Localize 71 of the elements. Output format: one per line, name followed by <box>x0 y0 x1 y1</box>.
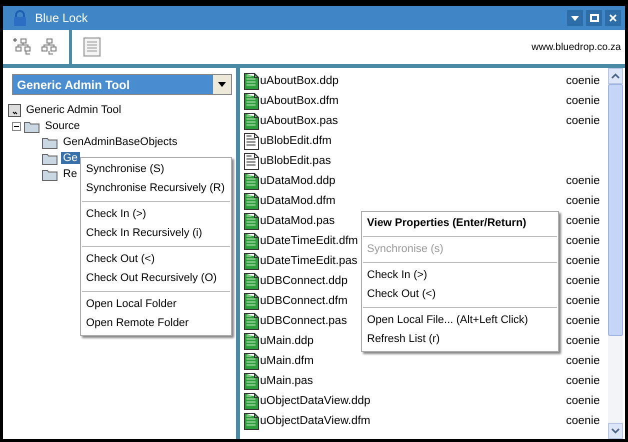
caret-icon <box>218 82 226 87</box>
menu-item[interactable]: Check Out Recursively (O) <box>81 269 231 288</box>
menu-item[interactable]: View Properties (Enter/Return) <box>362 214 558 233</box>
file-name[interactable]: uDataMod.dfm <box>260 195 565 207</box>
file-owner: coenie <box>566 395 601 407</box>
file-owner: coenie <box>566 255 601 267</box>
scroll-up-button[interactable] <box>608 68 623 84</box>
menu-item[interactable]: Open Local Folder <box>81 295 231 314</box>
menu-button[interactable] <box>567 10 583 26</box>
caret-icon <box>611 428 620 434</box>
file-name[interactable]: uAboutBox.dfm <box>260 95 565 107</box>
scroll-down-button[interactable] <box>608 423 623 439</box>
website-link[interactable]: www.bluedrop.co.za <box>532 42 621 52</box>
padlock-icon <box>13 10 27 26</box>
document-icon <box>82 37 102 57</box>
folder-icon <box>42 136 58 148</box>
file-owner: coenie <box>566 355 601 367</box>
file-owner: coenie <box>566 235 601 247</box>
file-owner: coenie <box>566 215 601 227</box>
menu-item[interactable]: Check Out (<) <box>81 250 231 269</box>
menu-item[interactable]: Check In Recursively (i) <box>81 224 231 243</box>
file-owner: coenie <box>566 275 601 287</box>
file-owner: coenie <box>566 415 601 427</box>
caret-icon <box>571 16 579 20</box>
scroll-thumb[interactable] <box>608 84 623 336</box>
menu-item[interactable]: Check Out (<) <box>362 285 558 304</box>
maximize-icon <box>590 14 598 22</box>
file-name[interactable]: uObjectDataView.dfm <box>260 415 565 427</box>
file-name[interactable]: uDataMod.ddp <box>260 175 565 187</box>
file-owner: coenie <box>566 335 601 347</box>
shortcut-icon <box>8 104 21 116</box>
file-owner: coenie <box>566 295 601 307</box>
tree-item[interactable]: Source <box>43 120 82 132</box>
folder-icon <box>24 120 40 132</box>
file-owner: coenie <box>566 75 601 87</box>
file-name[interactable]: uMain.pas <box>260 375 565 387</box>
tree-item[interactable]: Generic Admin Tool <box>24 104 124 116</box>
file-owner: coenie <box>566 115 601 127</box>
hierarchy-icon <box>13 37 33 57</box>
project-dropdown[interactable]: Generic Admin Tool <box>12 74 232 95</box>
file-name[interactable]: uAboutBox.ddp <box>260 75 565 87</box>
file-owner: coenie <box>566 175 601 187</box>
file-name[interactable]: uObjectDataView.ddp <box>260 395 565 407</box>
window-title: Blue Lock <box>35 11 89 25</box>
file-owner: coenie <box>566 95 601 107</box>
menu-item[interactable]: Open Local File... (Alt+Left Click) <box>362 311 558 330</box>
file-name[interactable]: uBlobEdit.dfm <box>260 135 608 147</box>
collapse-icon[interactable] <box>12 122 21 130</box>
maximize-button[interactable] <box>586 10 602 26</box>
tree-item[interactable]: GenAdminBaseObjects <box>61 136 180 148</box>
menu-item[interactable]: Open Remote Folder <box>81 314 231 333</box>
caret-icon <box>611 73 620 79</box>
file-name[interactable]: uAboutBox.pas <box>260 115 565 127</box>
folder-icon <box>42 152 58 164</box>
file-owner: coenie <box>566 195 601 207</box>
hierarchy-icon <box>39 37 59 57</box>
menu-item[interactable]: Refresh List (r) <box>362 330 558 349</box>
menu-item[interactable]: Synchronise Recursively (R) <box>81 179 231 198</box>
file-name[interactable]: uMain.dfm <box>260 355 565 367</box>
menu-item[interactable]: Synchronise (S) <box>81 160 231 179</box>
scrollbar[interactable] <box>608 68 623 439</box>
folder-icon <box>42 168 58 180</box>
tree-item[interactable]: Re <box>61 168 80 180</box>
file-owner: coenie <box>566 315 601 327</box>
menu-item[interactable]: Check In (>) <box>362 266 558 285</box>
file-name[interactable]: uBlobEdit.pas <box>260 155 608 167</box>
menu-item[interactable]: Check In (>) <box>81 205 231 224</box>
tree-item[interactable]: Ge <box>61 152 80 164</box>
close-icon <box>609 14 617 22</box>
file-owner: coenie <box>566 375 601 387</box>
close-button[interactable] <box>605 10 621 26</box>
